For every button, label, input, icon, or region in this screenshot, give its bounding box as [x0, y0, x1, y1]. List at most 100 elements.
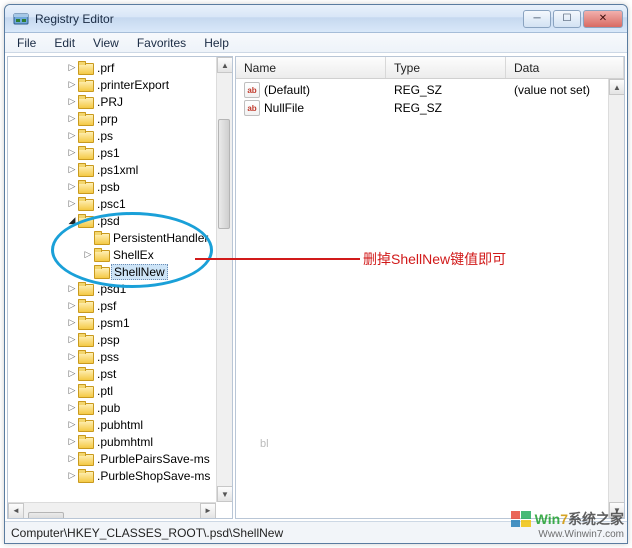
tree-node[interactable]: ◢.psd [8, 212, 216, 229]
collapse-icon[interactable]: ◢ [66, 215, 78, 227]
folder-icon [78, 435, 94, 449]
expand-icon[interactable]: ▷ [66, 470, 78, 482]
tree-node-label: .pubhtml [97, 418, 143, 432]
folder-icon [78, 146, 94, 160]
maximize-button[interactable]: ☐ [553, 10, 581, 28]
scroll-right-button[interactable]: ► [200, 503, 216, 519]
tree-node-label: .pst [97, 367, 116, 381]
folder-icon [94, 231, 110, 245]
expand-icon[interactable]: ▷ [66, 283, 78, 295]
tree-node-label: .pub [97, 401, 120, 415]
expand-icon[interactable]: ▷ [66, 317, 78, 329]
tree-node[interactable]: ▷.PRJ [8, 93, 216, 110]
scroll-up-button[interactable]: ▲ [609, 79, 625, 95]
tree-node[interactable]: ▷.psb [8, 178, 216, 195]
tree-node[interactable]: ▷ .psp [8, 331, 216, 348]
expand-icon[interactable]: ▷ [66, 402, 78, 414]
tree-node-label: .psc1 [97, 197, 126, 211]
menu-favorites[interactable]: Favorites [129, 34, 194, 52]
column-name[interactable]: Name [236, 57, 386, 78]
expand-icon[interactable]: ▷ [66, 130, 78, 142]
expand-icon[interactable]: ▷ [66, 62, 78, 74]
string-value-icon: ab [244, 100, 260, 116]
expand-icon[interactable]: ▷ [66, 436, 78, 448]
window-frame: Registry Editor ─ ☐ ✕ File Edit View Fav… [4, 4, 628, 544]
tree-horizontal-scrollbar[interactable]: ◄ ► [8, 502, 216, 518]
tree-node[interactable]: ▷ .PurbleShopSave-ms [8, 467, 216, 484]
menu-view[interactable]: View [85, 34, 127, 52]
tree-node-label: .PurbleShopSave-ms [97, 469, 210, 483]
expand-icon[interactable]: ▷ [82, 249, 94, 261]
scroll-thumb-horizontal[interactable] [28, 512, 64, 520]
tree-node[interactable]: ▷.printerExport [8, 76, 216, 93]
scroll-down-button[interactable]: ▼ [609, 502, 625, 518]
tree-node[interactable]: ▷ .pub [8, 399, 216, 416]
tree-node[interactable]: ▷.psf [8, 297, 216, 314]
expand-icon[interactable]: ▷ [66, 334, 78, 346]
tree-node[interactable]: ▷.pss [8, 348, 216, 365]
tree-node[interactable]: ▷ShellEx [8, 246, 216, 263]
titlebar[interactable]: Registry Editor ─ ☐ ✕ [5, 5, 627, 33]
tree-node[interactable]: ▷.pubmhtml [8, 433, 216, 450]
value-type: REG_SZ [386, 83, 506, 97]
value-data: (value not set) [506, 83, 624, 97]
folder-icon [78, 163, 94, 177]
tree-node[interactable]: ▷ .pubhtml [8, 416, 216, 433]
tree-viewport[interactable]: ▷.prf▷.printerExport▷.PRJ▷.prp▷.ps▷.ps1▷… [8, 57, 216, 502]
column-data[interactable]: Data [506, 57, 624, 78]
folder-icon [78, 112, 94, 126]
tree-node[interactable]: ▷ .psc1 [8, 195, 216, 212]
folder-icon [78, 129, 94, 143]
tree-node[interactable]: ▷ .pst [8, 365, 216, 382]
list-row[interactable]: abNullFileREG_SZ [236, 99, 624, 117]
tree-node[interactable]: ▷.psd1 [8, 280, 216, 297]
scroll-up-button[interactable]: ▲ [217, 57, 233, 73]
tree-node[interactable]: PersistentHandler [8, 229, 216, 246]
tree-node[interactable]: ▷ .ps1xml [8, 161, 216, 178]
tree-vertical-scrollbar[interactable]: ▲ ▼ [216, 57, 232, 502]
scroll-thumb-vertical[interactable] [218, 119, 230, 229]
window-buttons: ─ ☐ ✕ [523, 10, 623, 28]
column-type[interactable]: Type [386, 57, 506, 78]
expand-icon[interactable]: ▷ [66, 453, 78, 465]
tree-node[interactable]: ▷.PurblePairsSave-ms [8, 450, 216, 467]
tree-node-label: .prp [97, 112, 118, 126]
expand-icon[interactable]: ▷ [66, 351, 78, 363]
expand-icon[interactable]: ▷ [66, 300, 78, 312]
tree-node[interactable]: ▷.prf [8, 59, 216, 76]
close-button[interactable]: ✕ [583, 10, 623, 28]
expand-icon[interactable]: ▷ [66, 113, 78, 125]
value-type: REG_SZ [386, 101, 506, 115]
folder-icon [78, 418, 94, 432]
tree-node[interactable]: ▷.ptl [8, 382, 216, 399]
expand-icon[interactable]: ▷ [66, 147, 78, 159]
folder-icon [78, 214, 94, 228]
folder-icon [78, 180, 94, 194]
tree-node[interactable]: ▷ .prp [8, 110, 216, 127]
minimize-button[interactable]: ─ [523, 10, 551, 28]
tree-node[interactable]: ▷.ps1 [8, 144, 216, 161]
tree-node-label: .ps1xml [97, 163, 138, 177]
values-list[interactable]: ab(Default)REG_SZ(value not set)abNullFi… [236, 79, 624, 518]
menu-edit[interactable]: Edit [46, 34, 83, 52]
folder-icon [78, 78, 94, 92]
tree-node[interactable]: ShellNew [8, 263, 216, 280]
scroll-left-button[interactable]: ◄ [8, 503, 24, 519]
list-row[interactable]: ab(Default)REG_SZ(value not set) [236, 81, 624, 99]
expand-icon[interactable]: ▷ [66, 79, 78, 91]
expand-icon[interactable]: ▷ [66, 385, 78, 397]
scroll-down-button[interactable]: ▼ [217, 486, 233, 502]
folder-icon [94, 265, 110, 279]
expand-icon[interactable]: ▷ [66, 181, 78, 193]
menu-file[interactable]: File [9, 34, 44, 52]
values-vertical-scrollbar[interactable]: ▲ ▼ [608, 79, 624, 518]
menu-help[interactable]: Help [196, 34, 237, 52]
tree-node-label: .psp [97, 333, 120, 347]
tree-node[interactable]: ▷.psm1 [8, 314, 216, 331]
tree-node[interactable]: ▷.ps [8, 127, 216, 144]
expand-icon[interactable]: ▷ [66, 96, 78, 108]
expand-icon[interactable]: ▷ [66, 198, 78, 210]
expand-icon[interactable]: ▷ [66, 164, 78, 176]
expand-icon[interactable]: ▷ [66, 419, 78, 431]
expand-icon[interactable]: ▷ [66, 368, 78, 380]
